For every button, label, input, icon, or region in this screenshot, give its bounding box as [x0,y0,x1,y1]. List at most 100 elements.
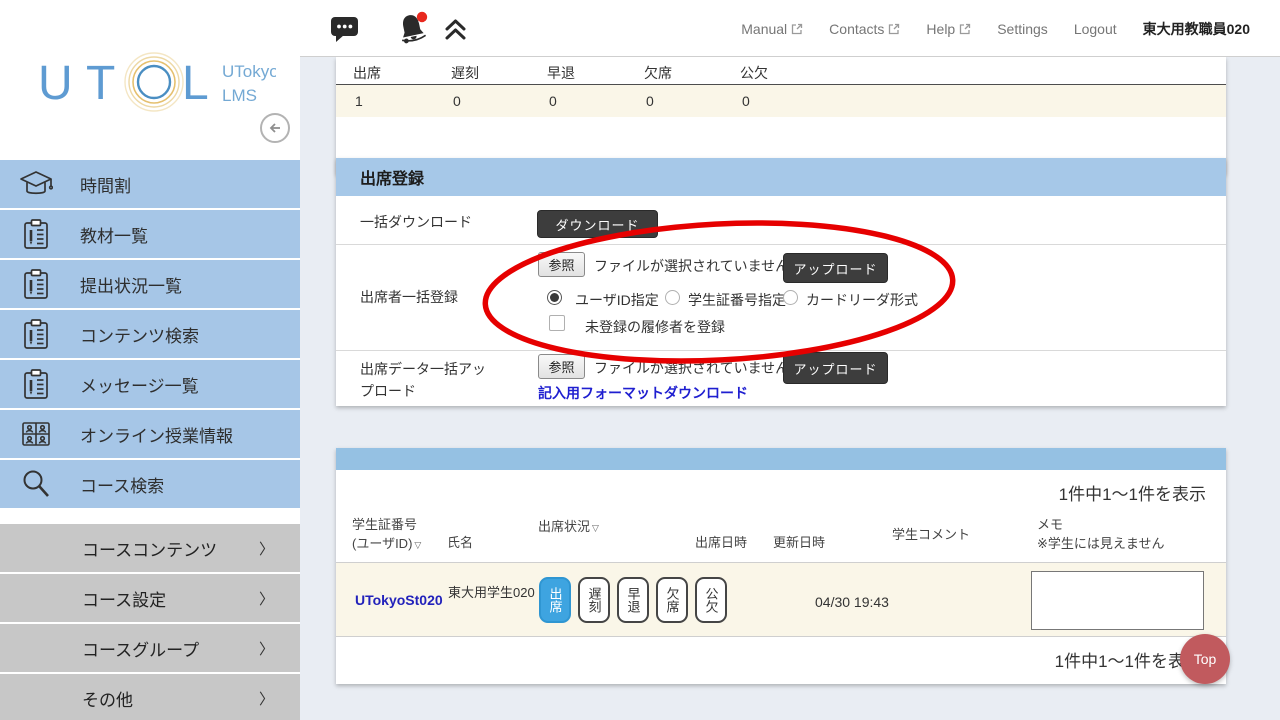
sidebar: U T L UTokyo LMS 時間割 教材一覧 提出状況一覧 コンテンツ検索… [0,0,300,720]
summary-value: 0 [453,93,461,109]
sidebar-item-others[interactable]: その他 〉 [0,674,300,720]
status-button-absent[interactable]: 欠席 [656,577,688,623]
scroll-to-top-button[interactable]: Top [1180,634,1230,684]
manual-link[interactable]: Manual [741,21,803,37]
summary-col-header: 出席 [353,65,381,81]
student-id-link[interactable]: UTokyoSt020 [355,592,443,608]
logo-letter: L [182,57,209,110]
sidebar-item-course-contents[interactable]: コースコンテンツ 〉 [0,524,300,572]
sidebar-item-content-search[interactable]: コンテンツ検索 [0,310,300,358]
chevron-right-icon: 〉 [258,690,274,708]
attendance-summary-table: 出席 遅刻 早退 欠席 公欠 1 0 0 0 0 [336,57,1226,174]
clipboard-icon [18,218,54,250]
sidebar-collapse-button[interactable] [260,113,290,143]
sidebar-item-label: コースコンテンツ [82,540,218,560]
logout-link-label: Logout [1073,20,1117,37]
logo-letter: T [86,57,115,110]
logo-area: U T L UTokyo LMS [0,0,300,160]
people-grid-icon [18,419,54,449]
manual-link-label: Manual [741,20,788,37]
status-button-late[interactable]: 遅刻 [578,577,610,623]
chevron-right-icon: 〉 [258,640,274,658]
sidebar-item-course-settings[interactable]: コース設定 〉 [0,574,300,622]
radio-user-id-label: ユーザID指定 [575,292,659,308]
external-link-icon [889,23,900,34]
bulk-download-label: 一括ダウンロード [360,214,472,230]
sidebar-item-course-search[interactable]: コース検索 [0,460,300,508]
sidebar-item-submission-status[interactable]: 提出状況一覧 [0,260,300,308]
logo-letter: U [38,57,73,110]
col-header-memo: メモ ※学生には見えません [1037,517,1165,551]
clipboard-icon [18,318,54,350]
status-button-early-leave[interactable]: 早退 [617,577,649,623]
unregistered-checkbox[interactable] [549,315,565,331]
no-file-text: ファイルが選択されていません。 [594,258,804,274]
sidebar-item-label: その他 [82,690,133,710]
unregistered-checkbox-label: 未登録の履修者を登録 [585,319,725,335]
sidebar-course-menu: コースコンテンツ 〉 コース設定 〉 コースグループ 〉 その他 〉 [0,524,300,720]
summary-value-row: 1 0 0 0 0 [336,85,1226,117]
row-divider [336,350,1226,351]
messages-icon[interactable] [330,16,360,43]
search-icon [18,468,54,500]
external-link-icon [960,23,971,34]
collapse-up-icon[interactable] [443,18,468,41]
upload-button[interactable]: アップロード [783,253,888,283]
sidebar-item-label: コース検索 [80,476,165,496]
chevron-right-icon: 〉 [258,540,274,558]
sidebar-item-timetable[interactable]: 時間割 [0,160,300,208]
radio-card-reader[interactable] [783,290,798,306]
summary-col-header: 公欠 [740,65,768,81]
memo-textarea[interactable] [1031,571,1204,630]
arrow-left-icon [269,123,280,133]
help-link-label: Help [926,20,956,37]
sidebar-item-label: メッセージ一覧 [80,376,199,396]
help-link[interactable]: Help [926,21,971,37]
sidebar-item-online-class-info[interactable]: オンライン授業情報 [0,410,300,458]
notifications-bell-icon[interactable] [394,9,432,47]
browse-button[interactable]: 参照 [538,354,585,379]
col-header-student-no[interactable]: 学生証番号 (ユーザID) ▽ [352,514,421,552]
summary-value: 0 [549,93,557,109]
radio-user-id[interactable] [547,290,562,306]
settings-link[interactable]: Settings [997,21,1048,37]
col-header-status[interactable]: 出席状況 ▽ [538,516,599,535]
student-name: 東大用学生020 [448,585,535,600]
download-button[interactable]: ダウンロード [537,210,658,238]
radio-group [547,289,562,307]
format-download-link[interactable]: 記入用フォーマットダウンロード [538,383,748,403]
external-link-icon [792,23,803,34]
sidebar-item-label: コンテンツ検索 [80,326,199,346]
topbar: Manual Contacts Help Settings Logout 東大用… [300,0,1280,57]
summary-header-row: 出席 遅刻 早退 欠席 公欠 [336,57,1226,85]
sort-icon: ▽ [414,540,422,550]
status-button-present[interactable]: 出席 [539,577,571,623]
sidebar-item-course-group[interactable]: コースグループ 〉 [0,624,300,672]
summary-col-header: 欠席 [644,65,672,81]
topbar-links: Manual Contacts Help Settings Logout 東大用… [741,0,1250,57]
radio-student-no[interactable] [665,290,680,306]
status-button-group: 出席 遅刻 早退 欠席 公欠 [539,577,727,623]
data-bulk-label: 出席データ一括アップロード [360,361,486,400]
contacts-link[interactable]: Contacts [829,21,900,37]
sidebar-item-materials[interactable]: 教材一覧 [0,210,300,258]
upload-button[interactable]: アップロード [783,352,888,384]
status-button-excused[interactable]: 公欠 [695,577,727,623]
summary-value: 1 [355,93,363,109]
student-attendance-table: 1件中1〜1件を表示 学生証番号 (ユーザID) ▽ 氏名 出席状況 ▽ 出席日時 … [336,448,1226,684]
notification-dot [416,11,428,23]
settings-link-label: Settings [997,20,1048,37]
sort-icon: ▽ [592,523,599,533]
no-file-text: ファイルが選択されていません。 [594,360,804,376]
graduation-cap-icon [18,169,54,199]
sidebar-item-label: 提出状況一覧 [80,276,182,296]
col-header-update-time: 更新日時 [773,535,826,550]
sidebar-item-label: 時間割 [80,176,131,196]
attendee-bulk-label: 出席者一括登録 [360,289,458,305]
logout-link[interactable]: Logout [1074,21,1117,37]
logo-subtext: UTokyo [222,62,276,81]
sidebar-item-messages[interactable]: メッセージ一覧 [0,360,300,408]
radio-card-reader-label: カードリーダ形式 [806,292,918,308]
summary-col-header: 遅刻 [451,65,479,81]
browse-button[interactable]: 参照 [538,252,585,277]
